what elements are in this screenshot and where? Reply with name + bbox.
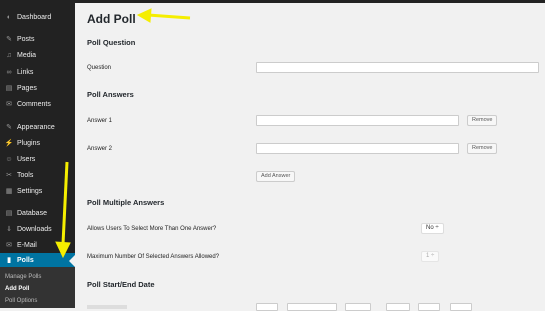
- title-annotation-arrow: [136, 8, 191, 23]
- polls-annotation-arrow: [55, 161, 71, 259]
- annotation-arrows: [55, 8, 191, 259]
